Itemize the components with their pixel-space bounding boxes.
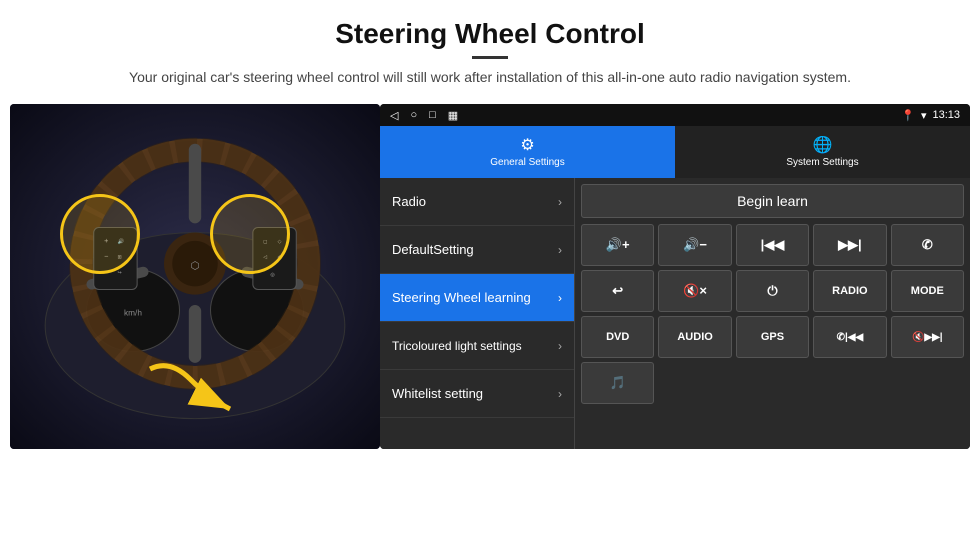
clock: 13:13 [932,109,960,121]
tab-bar: ⚙ General Settings 🌐 System Settings [380,126,970,178]
phone-button[interactable]: ✆ [891,224,964,266]
menu-item-radio[interactable]: Radio › [380,178,574,226]
back-icon[interactable]: ◁ [390,109,398,122]
controls-row2: ↩ 🔇× ⏻ RADIO MODE [581,270,964,312]
svg-text:⬡: ⬡ [190,261,199,272]
gps-label: GPS [761,331,784,343]
screen-main: Radio › DefaultSetting › Steering Wheel … [380,178,970,449]
hang-up-icon: ↩ [612,283,623,299]
call-prev-icon: ✆|◀◀ [837,332,864,343]
mute-next-icon: 🔇▶▶| [912,332,943,343]
arrow-icon-steering: › [558,291,562,305]
arrow-icon-tricoloured: › [558,339,562,353]
menu-item-steering-wheel[interactable]: Steering Wheel learning › [380,274,574,322]
vol-up-button[interactable]: 🔊+ [581,224,654,266]
begin-learn-button[interactable]: Begin learn [581,184,964,218]
page-subtitle: Your original car's steering wheel contr… [60,67,920,88]
power-icon: ⏻ [767,283,777,299]
menu-icon[interactable]: ▦ [448,109,458,122]
prev-track-icon: |◀◀ [761,237,785,253]
svg-text:↪: ↪ [118,270,122,276]
phone-icon: ✆ [922,237,933,253]
mute-next-button[interactable]: 🔇▶▶| [891,316,964,358]
dvd-label: DVD [606,331,629,343]
main-content: km/h ⬡ + − ↩ 🔊 [0,104,980,449]
hang-up-button[interactable]: ↩ [581,270,654,312]
vol-down-button[interactable]: 🔊− [658,224,731,266]
location-icon: 📍 [901,109,915,122]
prev-track-button[interactable]: |◀◀ [736,224,809,266]
next-track-button[interactable]: ▶▶| [813,224,886,266]
home-icon[interactable]: ○ [410,109,417,121]
dvd-button[interactable]: DVD [581,316,654,358]
menu-list: Radio › DefaultSetting › Steering Wheel … [380,178,575,449]
menu-item-default-setting[interactable]: DefaultSetting › [380,226,574,274]
menu-item-whitelist[interactable]: Whitelist setting › [380,370,574,418]
arrow-icon-default: › [558,243,562,257]
radio-button[interactable]: RADIO [813,270,886,312]
begin-learn-row: Begin learn [581,184,964,218]
whitelist-icon-button[interactable]: 🎵 [581,362,654,404]
status-bar-info: 📍 ▾ 13:13 [901,109,960,122]
system-icon: 🌐 [813,135,833,155]
power-button[interactable]: ⏻ [736,270,809,312]
vol-down-icon: 🔊− [683,237,707,253]
audio-button[interactable]: AUDIO [658,316,731,358]
vol-up-icon: 🔊+ [606,237,630,253]
tab-system-settings[interactable]: 🌐 System Settings [675,126,970,178]
page-header: Steering Wheel Control Your original car… [0,0,980,96]
title-divider [472,56,508,59]
status-bar: ◁ ○ □ ▦ 📍 ▾ 13:13 [380,104,970,126]
whitelist-icon: 🎵 [610,375,626,391]
gear-icon: ⚙ [520,135,534,155]
mode-button[interactable]: MODE [891,270,964,312]
arrow-icon-whitelist: › [558,387,562,401]
tab-general-settings[interactable]: ⚙ General Settings [380,126,675,178]
audio-label: AUDIO [677,331,712,343]
radio-label: RADIO [832,285,867,297]
svg-text:◎: ◎ [270,272,275,278]
svg-text:km/h: km/h [124,308,142,317]
wifi-icon: ▾ [921,109,927,122]
next-track-icon: ▶▶| [838,237,862,253]
controls-row4: 🎵 [581,362,964,404]
sw-placeholder: km/h ⬡ + − ↩ 🔊 [10,104,380,449]
controls-row3: DVD AUDIO GPS ✆|◀◀ 🔇▶▶| [581,316,964,358]
arrow-overlay [140,349,240,429]
gps-button[interactable]: GPS [736,316,809,358]
recents-icon[interactable]: □ [429,109,436,121]
controls-row1: 🔊+ 🔊− |◀◀ ▶▶| ✆ [581,224,964,266]
mute-button[interactable]: 🔇× [658,270,731,312]
controls-panel: Begin learn 🔊+ 🔊− |◀◀ ▶▶| [575,178,970,449]
status-bar-nav: ◁ ○ □ ▦ [390,109,458,122]
highlight-left [60,194,140,274]
highlight-right [210,194,290,274]
arrow-icon-radio: › [558,195,562,209]
mode-label: MODE [911,285,944,297]
call-prev-button[interactable]: ✆|◀◀ [813,316,886,358]
page-title: Steering Wheel Control [60,18,920,50]
mute-icon: 🔇× [683,283,707,299]
android-screen: ◁ ○ □ ▦ 📍 ▾ 13:13 ⚙ General Settings 🌐 S… [380,104,970,449]
menu-item-tricoloured[interactable]: Tricoloured light settings › [380,322,574,370]
steering-wheel-image: km/h ⬡ + − ↩ 🔊 [10,104,380,449]
